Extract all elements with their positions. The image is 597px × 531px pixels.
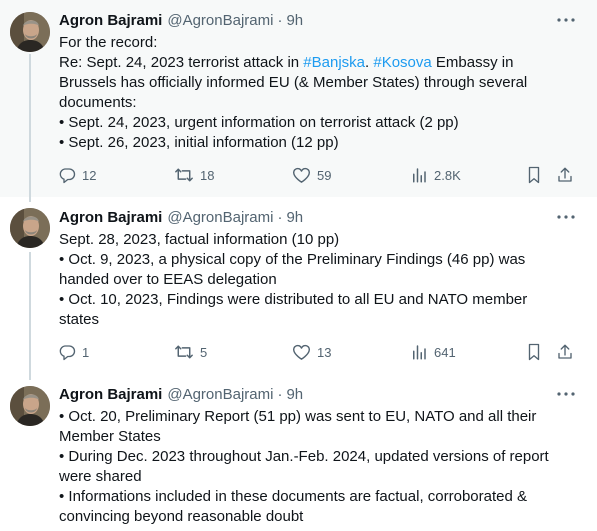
tweet-line: Brussels has officially informed EU (& M… [59,74,528,91]
author-handle[interactable]: @AgronBajrami [167,209,273,226]
tweet-line: Re: Sept. 24, 2023 terrorist attack in #… [59,53,579,73]
tweet-line: • During Dec. 2023 throughout Jan.-Feb. … [59,448,549,465]
tweet-line: • Oct. 10, 2023, Findings were distribut… [59,291,528,308]
tweet-1[interactable]: Agron Bajrami @AgronBajrami · 9h For the… [0,0,597,197]
separator-dot: · [277,385,283,403]
reply-count: 12 [82,167,97,183]
share-button[interactable] [556,341,574,363]
tweet-line: states [59,311,100,328]
like-button[interactable]: 13 [292,341,331,363]
tweet-line: For the record: [59,34,158,51]
thread-line [29,197,31,202]
tweet-line: Member States [59,428,161,445]
repost-icon [175,168,193,182]
timestamp[interactable]: 9h [286,12,303,29]
bookmark-button[interactable] [526,164,542,186]
tweet-line: convincing beyond reasonable doubt [59,508,304,525]
bookmark-button[interactable] [526,341,542,363]
reply-button[interactable]: 12 [58,164,96,186]
avatar[interactable] [10,208,50,248]
tweet-header: Agron Bajrami @AgronBajrami · 9h [59,207,303,227]
thread-line [29,373,31,380]
tweet-line: • Sept. 26, 2023, initial information (1… [59,134,339,151]
share-icon [558,344,572,359]
hashtag-link[interactable]: #Banjska [303,54,365,71]
action-bar: 12 18 59 2.8K [58,164,579,186]
views-button[interactable]: 641 [410,341,456,363]
avatar-image [10,12,50,52]
views-icon [413,168,426,183]
author-name[interactable]: Agron Bajrami [59,386,162,403]
avatar-image [10,208,50,248]
text-segment: Re: Sept. 24, 2023 terrorist attack in [59,54,304,71]
author-handle[interactable]: @AgronBajrami [167,12,273,29]
tweet-line: • Oct. 20, Preliminary Report (51 pp) wa… [59,408,537,425]
share-button[interactable] [556,164,574,186]
author-name[interactable]: Agron Bajrami [59,209,162,226]
more-icon [557,392,575,396]
reply-icon [59,345,76,361]
thread-line [29,252,31,373]
tweet-text: For the record: Re: Sept. 24, 2023 terro… [59,33,579,153]
reply-button[interactable]: 1 [58,341,89,363]
action-bar: 1 5 13 641 [58,341,579,363]
view-count: 641 [434,344,456,360]
more-options-button[interactable] [555,384,577,404]
more-icon [557,215,575,219]
like-button[interactable]: 59 [292,164,331,186]
tweet-line: • Informations included in these documen… [59,488,528,505]
author-handle[interactable]: @AgronBajrami [167,386,273,403]
reply-icon [59,168,76,184]
hashtag-link[interactable]: #Kosova [373,54,431,71]
separator-dot: · [277,208,283,226]
view-count: 2.8K [434,167,461,183]
like-count: 59 [317,167,332,183]
more-icon [557,18,575,22]
tweet-header: Agron Bajrami @AgronBajrami · 9h [59,10,303,30]
avatar-image [10,386,50,426]
thread-line [29,54,31,197]
tweet-line: documents: [59,94,137,111]
repost-button[interactable]: 5 [174,341,207,363]
timestamp[interactable]: 9h [286,386,303,403]
tweet-2[interactable]: Agron Bajrami @AgronBajrami · 9h Sept. 2… [0,197,597,373]
timestamp[interactable]: 9h [286,209,303,226]
bookmark-icon [528,343,540,361]
views-icon [413,345,426,360]
separator-dot: · [277,11,283,29]
avatar[interactable] [10,12,50,52]
bookmark-icon [528,166,540,184]
repost-button[interactable]: 18 [174,164,214,186]
avatar[interactable] [10,386,50,426]
views-button[interactable]: 2.8K [410,164,461,186]
share-icon [558,167,572,182]
tweet-3[interactable]: Agron Bajrami @AgronBajrami · 9h • Oct. … [0,373,597,531]
text-segment: Embassy in [431,54,514,71]
tweet-header: Agron Bajrami @AgronBajrami · 9h [59,384,303,404]
tweet-text: Sept. 28, 2023, factual information (10 … [59,230,579,330]
repost-count: 5 [200,344,208,360]
tweet-line: handed over to EEAS delegation [59,271,277,288]
more-options-button[interactable] [555,10,577,30]
heart-icon [292,167,311,183]
tweet-text: • Oct. 20, Preliminary Report (51 pp) wa… [59,407,579,527]
tweet-line: • Sept. 24, 2023, urgent information on … [59,114,459,131]
repost-count: 18 [200,167,215,183]
tweet-line: • Oct. 9, 2023, a physical copy of the P… [59,251,526,268]
tweet-line: were shared [59,468,142,485]
repost-icon [175,345,193,359]
like-count: 13 [317,344,332,360]
reply-count: 1 [82,344,90,360]
author-name[interactable]: Agron Bajrami [59,12,162,29]
heart-icon [292,344,311,360]
tweet-line: Sept. 28, 2023, factual information (10 … [59,231,340,248]
more-options-button[interactable] [555,207,577,227]
